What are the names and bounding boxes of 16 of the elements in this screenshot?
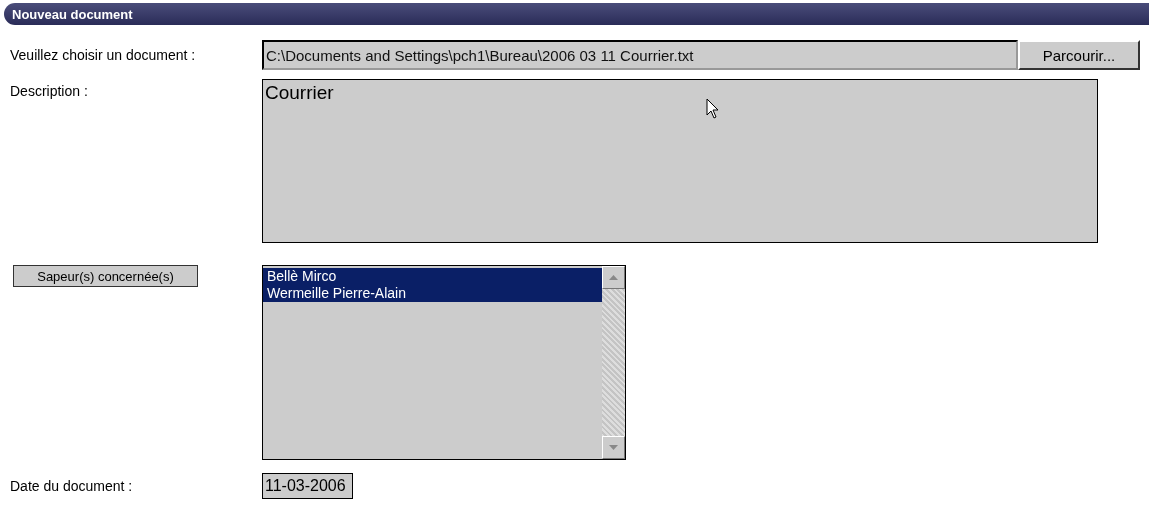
scroll-down-icon[interactable] [609, 445, 618, 450]
field-label: Veuillez choisir un document : [10, 47, 197, 63]
browse-button[interactable]: Parcourir... [1018, 40, 1140, 70]
list-item[interactable]: Wermeille Pierre-Alain [263, 285, 602, 302]
mouse-pointer-icon [706, 98, 720, 120]
field-label: Description : [10, 83, 89, 99]
scrollbar[interactable] [602, 266, 625, 459]
file-path-field[interactable]: C:\Documents and Settings\pch1\Bureau\2006 03 11 Courrier.txt [262, 40, 1018, 70]
sapeurs-button[interactable]: Sapeur(s) concernée(s) [13, 265, 198, 287]
scroll-up-icon[interactable] [609, 275, 618, 280]
date-field[interactable]: 11-03-2006 [262, 473, 353, 499]
field-label: Date du document : [10, 478, 134, 494]
sapeurs-listbox[interactable]: Bellè Mirco Wermeille Pierre-Alain [262, 265, 626, 460]
section-header: Nouveau document [4, 3, 1149, 25]
description-field[interactable]: Courrier [262, 79, 1098, 243]
list-item[interactable]: Bellè Mirco [263, 268, 602, 285]
